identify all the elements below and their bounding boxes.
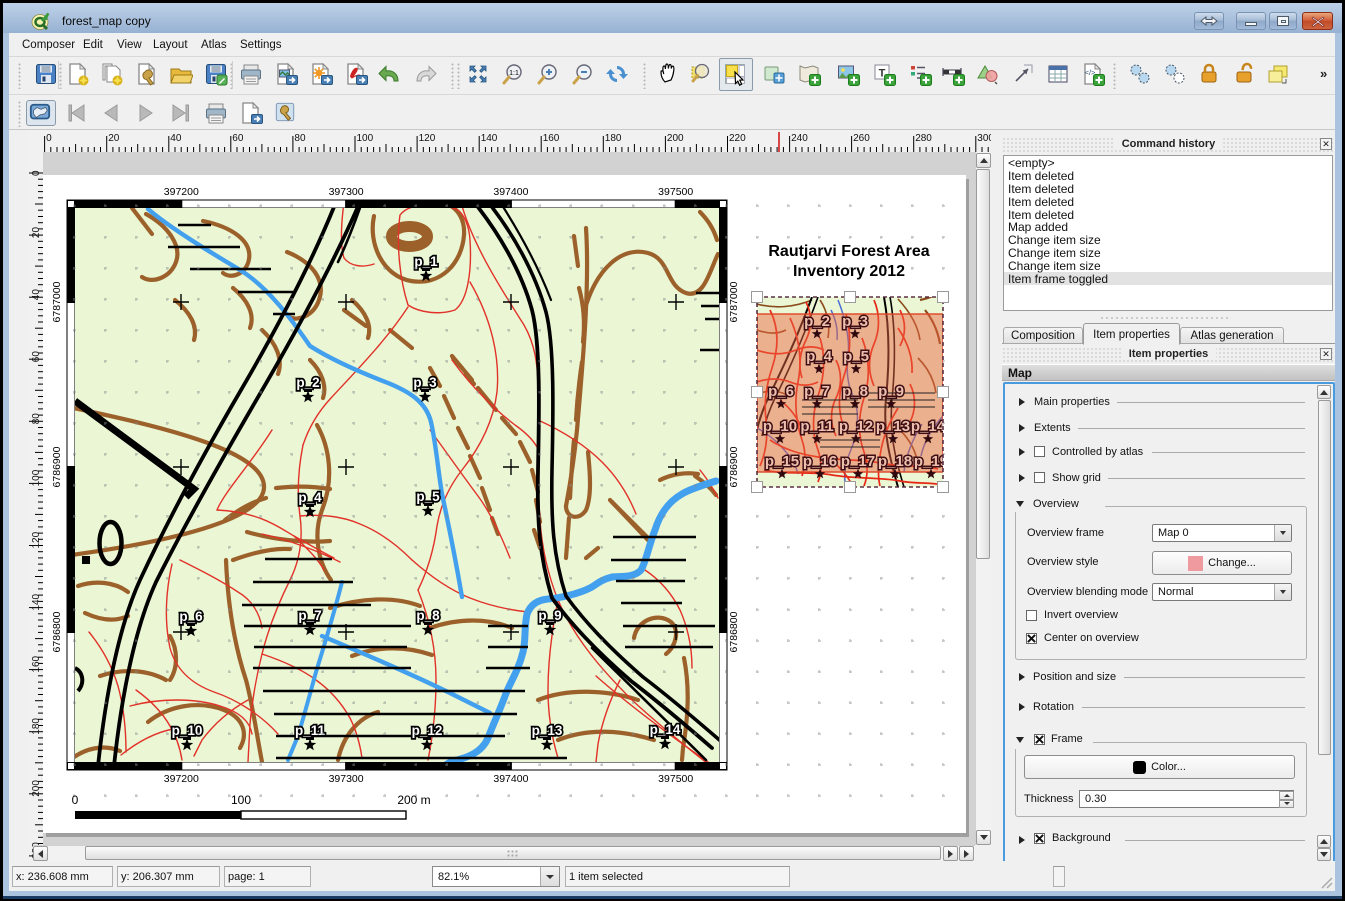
svg-text:p_2: p_2 — [804, 313, 830, 330]
svg-text:397500: 397500 — [658, 186, 693, 198]
svg-text:p_4: p_4 — [806, 348, 833, 365]
svg-text:p_13: p_13 — [876, 418, 910, 435]
svg-text:p_3: p_3 — [842, 313, 868, 330]
svg-text:60: 60 — [232, 133, 244, 144]
svg-text:p_12: p_12 — [839, 418, 873, 435]
svg-text:6787000: 6787000 — [728, 281, 740, 322]
svg-text:260: 260 — [853, 133, 870, 144]
svg-text:p_7: p_7 — [298, 608, 321, 623]
svg-text:6786900: 6786900 — [51, 446, 63, 487]
svg-text:p_11: p_11 — [800, 418, 833, 435]
svg-text:p_10: p_10 — [763, 418, 797, 435]
svg-text:397400: 397400 — [493, 186, 528, 198]
svg-text:20: 20 — [108, 133, 120, 144]
svg-text:120: 120 — [31, 531, 42, 548]
svg-text:20: 20 — [31, 227, 42, 239]
svg-text:p_14: p_14 — [650, 722, 681, 737]
svg-text:100: 100 — [357, 133, 374, 144]
svg-text:0: 0 — [46, 133, 52, 144]
svg-text:p_13: p_13 — [532, 723, 563, 738]
svg-text:397200: 397200 — [164, 186, 199, 198]
svg-text:397200: 397200 — [164, 773, 199, 785]
svg-text:397300: 397300 — [329, 186, 364, 198]
svg-text:120: 120 — [419, 133, 436, 144]
svg-text:p_12: p_12 — [412, 723, 443, 738]
svg-text:p_6: p_6 — [768, 383, 794, 400]
svg-text:0: 0 — [72, 793, 79, 807]
svg-text:0: 0 — [31, 170, 42, 176]
svg-text:200: 200 — [31, 780, 42, 797]
svg-text:p_8: p_8 — [416, 608, 440, 623]
svg-text:6787000: 6787000 — [51, 281, 63, 322]
svg-text:6786800: 6786800 — [728, 611, 740, 652]
svg-text:240: 240 — [791, 133, 808, 144]
svg-text:p_11: p_11 — [295, 723, 326, 738]
svg-text:180: 180 — [31, 718, 42, 735]
svg-text:180: 180 — [605, 133, 622, 144]
svg-text:p_1: p_1 — [414, 254, 438, 269]
svg-text:140: 140 — [481, 133, 498, 144]
svg-text:40: 40 — [170, 133, 182, 144]
svg-text:p_15: p_15 — [765, 453, 799, 470]
svg-text:60: 60 — [31, 351, 42, 363]
svg-text:220: 220 — [729, 133, 746, 144]
svg-text:p_6: p_6 — [179, 609, 203, 624]
svg-text:397300: 397300 — [329, 773, 364, 785]
svg-text:280: 280 — [915, 133, 932, 144]
svg-text:397400: 397400 — [493, 773, 528, 785]
svg-text:100: 100 — [231, 793, 251, 807]
svg-text:p_18: p_18 — [878, 453, 912, 470]
svg-text:160: 160 — [543, 133, 560, 144]
svg-text:200 m: 200 m — [397, 793, 430, 807]
svg-text:p_14: p_14 — [911, 418, 946, 435]
svg-text:p_17: p_17 — [841, 453, 875, 470]
svg-text:p_9: p_9 — [538, 608, 561, 623]
svg-text:p_8: p_8 — [842, 383, 868, 400]
svg-text:80: 80 — [31, 413, 42, 425]
svg-text:p_5: p_5 — [843, 348, 869, 365]
svg-text:p_10: p_10 — [172, 723, 203, 738]
svg-text:80: 80 — [294, 133, 306, 144]
svg-text:6786900: 6786900 — [728, 446, 740, 487]
svg-text:6786800: 6786800 — [51, 611, 63, 652]
svg-text:1:1: 1:1 — [509, 70, 519, 77]
svg-text:160: 160 — [31, 655, 42, 672]
svg-text:200: 200 — [667, 133, 684, 144]
svg-text:p_4: p_4 — [298, 490, 322, 505]
svg-text:Rautjarvi Forest Area: Rautjarvi Forest Area — [768, 243, 929, 260]
svg-text:Inventory 2012: Inventory 2012 — [793, 263, 905, 280]
svg-text:397500: 397500 — [658, 773, 693, 785]
svg-text:p_16: p_16 — [803, 453, 837, 470]
svg-text:p_7: p_7 — [804, 383, 830, 400]
svg-text:p_2: p_2 — [296, 375, 319, 390]
svg-text:140: 140 — [31, 593, 42, 610]
svg-text:40: 40 — [31, 289, 42, 301]
svg-text:100: 100 — [31, 469, 42, 486]
svg-text:p_3: p_3 — [413, 375, 437, 390]
svg-text:p_9: p_9 — [878, 383, 904, 400]
svg-text:p_5: p_5 — [416, 489, 440, 504]
